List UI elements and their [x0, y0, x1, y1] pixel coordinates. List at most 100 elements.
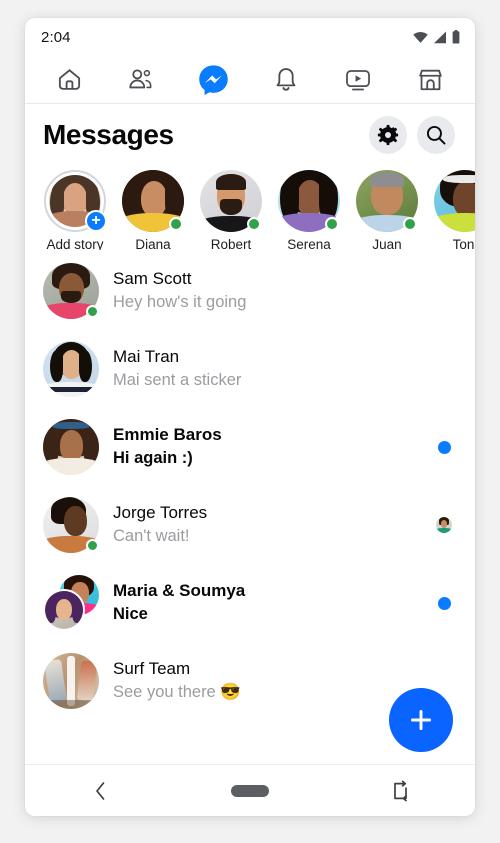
- conversation-text: Surf Team See you there 😎: [113, 657, 431, 705]
- conversation-name: Emmie Baros: [113, 425, 222, 445]
- story-avatar-wrap: [122, 170, 184, 232]
- tab-marketplace[interactable]: [404, 60, 458, 100]
- conversation-text: Maria & Soumya Nice: [113, 579, 431, 627]
- avatar-wrap: [43, 575, 99, 631]
- conversation-name: Mai Tran: [113, 347, 180, 367]
- online-status-dot: [86, 305, 99, 318]
- page-header: Messages: [25, 104, 475, 166]
- chevron-left-icon: [95, 781, 104, 800]
- tab-messenger[interactable]: [187, 60, 241, 100]
- header-actions: [369, 116, 455, 154]
- add-story-plus-icon[interactable]: +: [85, 210, 107, 232]
- tab-home[interactable]: [42, 60, 96, 100]
- tab-people[interactable]: [114, 60, 168, 100]
- conversation-snippet: Mai sent a sticker: [113, 371, 242, 390]
- battery-icon: [452, 30, 460, 44]
- people-icon: [129, 69, 152, 89]
- story-avatar-wrap: [200, 170, 262, 232]
- story-label: Toni: [452, 237, 475, 250]
- search-button[interactable]: [417, 116, 455, 154]
- conversation-name: Surf Team: [113, 659, 191, 679]
- online-status-dot: [247, 217, 261, 231]
- conversation-row-jorge-torres[interactable]: Jorge Torres Can't wait!: [25, 486, 475, 564]
- page-title: Messages: [43, 119, 174, 150]
- store-icon: [419, 69, 443, 90]
- nav-back-button[interactable]: [70, 771, 130, 811]
- nav-recents-button[interactable]: [370, 771, 430, 811]
- avatar-wrap: [43, 653, 99, 709]
- story-label: Diana: [135, 237, 171, 250]
- conversation-name: Sam Scott: [113, 269, 192, 289]
- conversation-snippet: Can't wait!: [113, 527, 190, 546]
- conversation-name: Maria & Soumya: [113, 581, 246, 601]
- story-avatar-wrap: +: [44, 170, 107, 232]
- online-status-dot: [325, 217, 339, 231]
- video-screen-icon: [346, 69, 371, 90]
- status-bar-icons: [413, 30, 460, 44]
- conversation-snippet: Nice: [113, 605, 148, 624]
- avatar: [434, 170, 475, 232]
- avatar-wrap: [43, 341, 99, 397]
- conversation-text: Mai Tran Mai sent a sticker: [113, 345, 431, 393]
- conversation-row-emmie-baros[interactable]: Emmie Baros Hi again :): [25, 408, 475, 486]
- online-status-dot: [86, 539, 99, 552]
- conversation-text: Sam Scott Hey how's it going: [113, 267, 431, 315]
- home-pill-icon: [231, 784, 269, 797]
- story-label: Robert: [210, 237, 252, 250]
- story-label: Serena: [287, 237, 331, 250]
- status-bar-clock: 2:04: [41, 28, 71, 46]
- top-tab-bar: [25, 56, 475, 104]
- conversation-snippet: See you there 😎: [113, 683, 241, 702]
- story-item-robert[interactable]: Robert: [198, 170, 264, 250]
- story-label: Juan: [372, 237, 402, 250]
- bell-icon: [276, 68, 296, 91]
- phone-frame: 2:04 Messages + Add story Diana Robert S…: [25, 18, 475, 816]
- conversation-status: [431, 517, 457, 533]
- online-status-dot: [169, 217, 183, 231]
- avatar: [43, 419, 99, 475]
- new-message-fab[interactable]: [389, 688, 453, 752]
- wifi-icon: [413, 31, 428, 43]
- story-avatar-wrap: [356, 170, 418, 232]
- group-avatar-bottom: [43, 589, 85, 631]
- conversation-list[interactable]: Sam Scott Hey how's it going Mai Tran Ma…: [25, 250, 475, 764]
- conversation-text: Emmie Baros Hi again :): [113, 423, 431, 471]
- story-label: Add story: [46, 237, 104, 250]
- conversation-row-mai-tran[interactable]: Mai Tran Mai sent a sticker: [25, 330, 475, 408]
- conversation-row-sam-scott[interactable]: Sam Scott Hey how's it going: [25, 252, 475, 330]
- plus-icon: [410, 709, 432, 731]
- gear-icon: [377, 124, 399, 146]
- home-icon: [58, 69, 80, 90]
- story-item-juan[interactable]: Juan: [354, 170, 420, 250]
- android-nav-bar: [25, 764, 475, 816]
- avatar-wrap: [43, 263, 99, 319]
- story-item-diana[interactable]: Diana: [120, 170, 186, 250]
- conversation-status: [431, 596, 457, 610]
- read-receipt-avatar: [436, 517, 452, 533]
- avatar-wrap: [43, 419, 99, 475]
- unread-indicator-dot: [437, 596, 451, 610]
- conversation-name: Jorge Torres: [113, 503, 208, 523]
- conversation-status: [431, 440, 457, 454]
- conversation-row-maria-and-soumya[interactable]: Maria & Soumya Nice: [25, 564, 475, 642]
- story-item-add[interactable]: + Add story: [42, 170, 108, 250]
- story-avatar-wrap: [278, 170, 340, 232]
- avatar: [43, 653, 99, 709]
- messenger-icon: [199, 65, 229, 95]
- stories-row[interactable]: + Add story Diana Robert Serena Juan Ton…: [25, 166, 475, 250]
- story-item-serena[interactable]: Serena: [276, 170, 342, 250]
- settings-button[interactable]: [369, 116, 407, 154]
- conversation-text: Jorge Torres Can't wait!: [113, 501, 431, 549]
- nav-home-button[interactable]: [220, 771, 280, 811]
- story-avatar-wrap: [434, 170, 475, 232]
- tab-watch[interactable]: [331, 60, 385, 100]
- conversation-snippet: Hey how's it going: [113, 293, 247, 312]
- conversation-snippet: Hi again :): [113, 449, 193, 468]
- cellular-signal-icon: [434, 31, 446, 43]
- story-item-toni[interactable]: Toni: [432, 170, 475, 250]
- status-bar: 2:04: [25, 18, 475, 56]
- group-avatar: [43, 575, 99, 631]
- unread-indicator-dot: [437, 440, 451, 454]
- tab-notifications[interactable]: [259, 60, 313, 100]
- avatar: [43, 341, 99, 397]
